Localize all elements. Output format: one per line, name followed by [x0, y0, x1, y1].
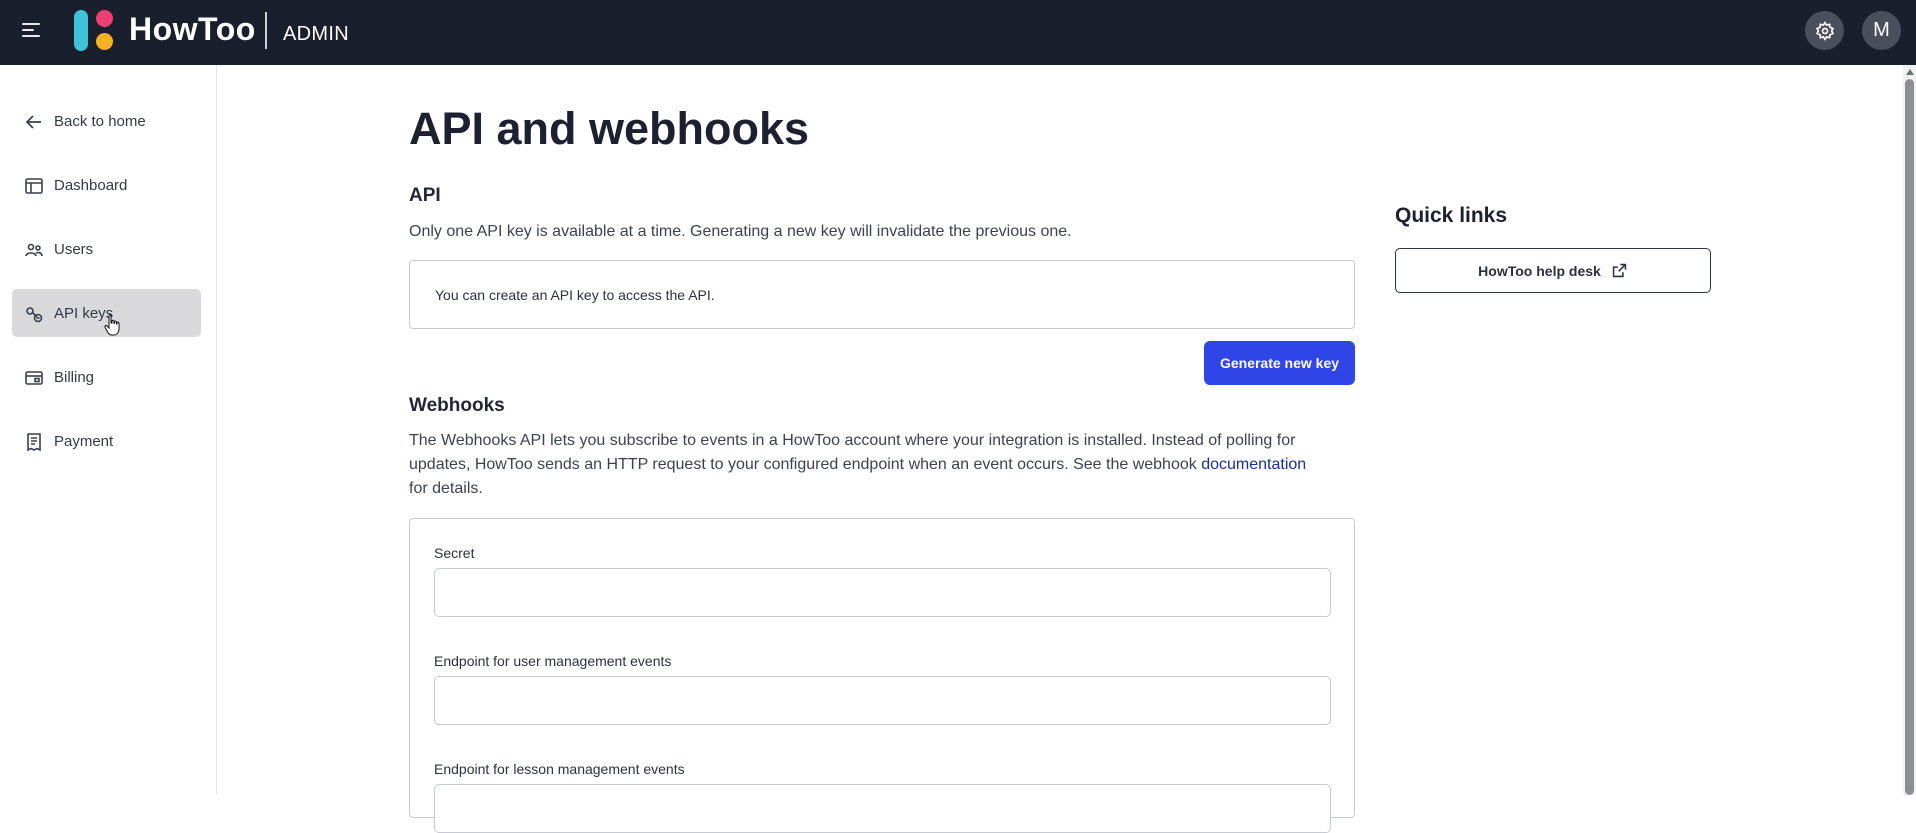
sidebar-item-back-to-home[interactable]: Back to home — [12, 97, 201, 145]
sidebar-item-label: Users — [54, 240, 94, 258]
webhooks-description-line: The Webhooks API lets you subscribe to e… — [409, 432, 1296, 449]
sidebar-item-billing[interactable]: Billing — [12, 353, 201, 401]
webhooks-description-text: updates, HowToo sends an HTTP request to… — [409, 456, 1202, 473]
sidebar-item-payment[interactable]: Payment — [12, 417, 201, 465]
api-heading: API — [409, 185, 441, 206]
admin-label: ADMIN — [283, 23, 349, 45]
lesson-management-endpoint-input[interactable] — [434, 784, 1331, 833]
arrow-left-icon — [25, 115, 41, 129]
api-key-info-box: You can create an API key to access the … — [409, 260, 1355, 329]
page-scrollbar[interactable] — [1903, 65, 1916, 795]
users-icon — [25, 243, 43, 257]
generate-new-key-button[interactable]: Generate new key — [1204, 341, 1355, 385]
sidebar-item-label: Billing — [54, 368, 95, 386]
key-icon — [26, 307, 43, 323]
page-title: API and webhooks — [409, 103, 810, 154]
sidebar-item-label: Dashboard — [54, 176, 128, 194]
sidebar-item-label: Back to home — [54, 112, 146, 130]
sidebar: Back to home Dashboard Users API keys Bi… — [0, 65, 217, 795]
hand-cursor-icon — [104, 314, 120, 336]
sidebar-item-users[interactable]: Users — [12, 225, 201, 273]
user-avatar[interactable]: M — [1862, 11, 1901, 50]
billing-icon — [25, 371, 43, 385]
sidebar-item-label: Payment — [54, 432, 114, 450]
dashboard-icon — [25, 178, 43, 194]
documentation-link[interactable]: documentation — [1201, 456, 1306, 473]
header-divider — [265, 12, 267, 49]
webhooks-heading: Webhooks — [409, 395, 505, 416]
webhooks-description: The Webhooks API lets you subscribe to e… — [409, 429, 1369, 501]
menu-icon[interactable] — [22, 20, 46, 40]
howtoo-logo-icon — [74, 10, 118, 52]
webhooks-description-line: updates, HowToo sends an HTTP request to… — [409, 453, 1369, 477]
brand-name: HowToo — [129, 11, 256, 47]
user-management-endpoint-input[interactable] — [434, 676, 1331, 725]
secret-input[interactable] — [434, 568, 1331, 617]
sidebar-item-dashboard[interactable]: Dashboard — [12, 161, 201, 209]
webhooks-description-line: for details. — [409, 480, 483, 497]
gear-icon — [1815, 20, 1834, 41]
settings-button[interactable] — [1805, 11, 1844, 50]
receipt-icon — [27, 433, 41, 452]
help-desk-label: HowToo help desk — [1478, 262, 1601, 279]
help-desk-button[interactable]: HowToo help desk — [1395, 248, 1711, 293]
scroll-up-icon[interactable] — [1906, 69, 1914, 75]
user-management-endpoint-label: Endpoint for user management events — [434, 653, 672, 669]
scrollbar-thumb[interactable] — [1905, 79, 1914, 795]
top-bar: HowToo ADMIN M — [0, 0, 1916, 65]
lesson-management-endpoint-label: Endpoint for lesson management events — [434, 761, 685, 777]
secret-label: Secret — [434, 545, 475, 561]
api-key-info-text: You can create an API key to access the … — [435, 287, 715, 303]
external-link-icon — [1612, 263, 1627, 278]
quick-links-title: Quick links — [1395, 204, 1508, 227]
api-description: Only one API key is available at a time.… — [409, 223, 1072, 240]
webhooks-form: Secret Endpoint for user management even… — [409, 518, 1355, 833]
